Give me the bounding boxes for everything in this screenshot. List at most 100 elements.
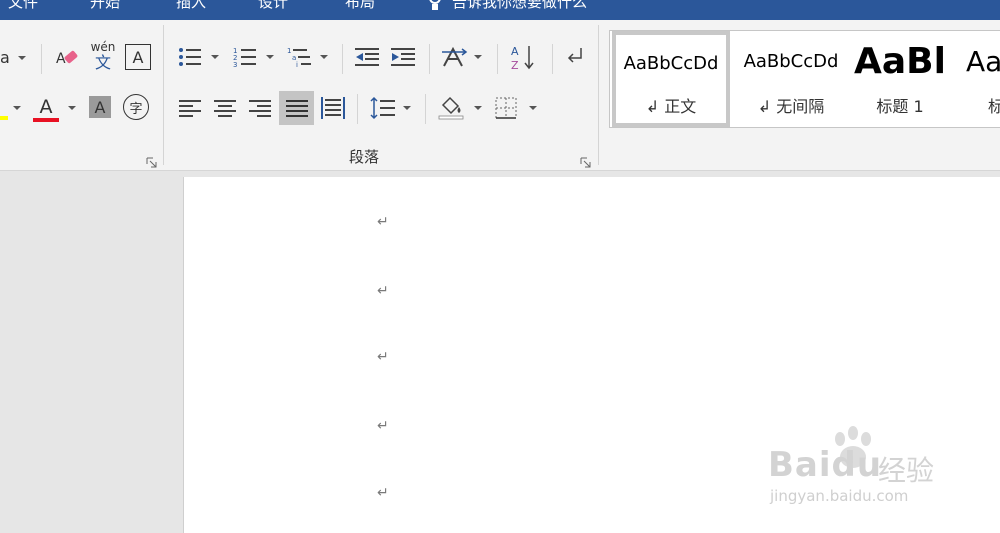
phonetic-guide-button[interactable]: wén 文 xyxy=(88,40,118,76)
style-sample: AaBbCcDd xyxy=(743,51,839,72)
line-spacing-icon xyxy=(370,96,395,120)
borders-button[interactable] xyxy=(492,96,520,120)
svg-text:3: 3 xyxy=(233,61,237,68)
sort-icon: A Z xyxy=(511,45,534,71)
paragraph-dialog-launcher-icon[interactable] xyxy=(580,157,591,168)
multilevel-list-button[interactable]: 1 a i xyxy=(285,44,315,70)
style-label: 标题 1 xyxy=(876,97,924,116)
align-center-button[interactable] xyxy=(211,96,239,120)
character-border-letter: A xyxy=(132,47,144,67)
distributed-icon xyxy=(321,97,345,119)
enclose-characters-button[interactable]: 字 xyxy=(123,94,149,120)
tab-layout[interactable]: 布局 xyxy=(345,0,375,12)
multilevel-list-icon: 1 a i xyxy=(287,47,311,68)
separator xyxy=(429,44,430,74)
bullets-dropdown-icon[interactable] xyxy=(211,55,219,59)
separator xyxy=(552,44,553,74)
increase-indent-button[interactable] xyxy=(389,44,417,70)
decrease-indent-button[interactable] xyxy=(353,44,381,70)
increase-indent-icon xyxy=(391,48,415,66)
separator xyxy=(425,94,426,124)
tab-insert[interactable]: 插入 xyxy=(176,0,206,12)
font-size-box[interactable]: a xyxy=(0,48,10,67)
svg-text:1: 1 xyxy=(287,47,291,55)
chinese-layout-button[interactable] xyxy=(440,44,470,70)
watermark-url: jingyan.baidu.com xyxy=(770,487,909,505)
style-heading-2[interactable]: Aa 标 xyxy=(966,31,1000,127)
shading-dropdown-icon[interactable] xyxy=(474,106,482,110)
separator xyxy=(497,44,498,74)
svg-text:A: A xyxy=(56,51,66,67)
svg-text:A: A xyxy=(511,45,519,58)
title-bar: 文件 开始 插入 设计 布局 告诉我你想要做什么 xyxy=(0,0,1000,20)
align-right-icon xyxy=(249,100,271,117)
line-spacing-button[interactable] xyxy=(368,94,398,122)
paragraph-mark: ↵ xyxy=(377,418,389,434)
style-sample: AaBbCcDd xyxy=(623,53,719,74)
multilevel-list-dropdown-icon[interactable] xyxy=(320,55,328,59)
tell-me-search[interactable]: 告诉我你想要做什么 xyxy=(452,0,587,12)
character-shading-letter: A xyxy=(94,97,106,117)
phonetic-char: 文 xyxy=(94,53,111,72)
font-color-dropdown-icon[interactable] xyxy=(68,106,76,110)
chinese-layout-dropdown-icon[interactable] xyxy=(474,55,482,59)
style-label: ↲ 无间隔 xyxy=(757,97,825,116)
character-border-button[interactable]: A xyxy=(125,44,151,70)
show-hide-marks-button[interactable] xyxy=(561,44,587,70)
tab-home[interactable]: 开始 xyxy=(90,0,120,12)
chinese-layout-icon xyxy=(442,46,468,67)
phonetic-label: wén xyxy=(90,40,116,54)
separator xyxy=(41,44,42,74)
style-sample: AaBl xyxy=(854,41,946,82)
borders-dropdown-icon[interactable] xyxy=(529,106,537,110)
style-sample: Aa xyxy=(966,45,1000,78)
paragraph-mark: ↵ xyxy=(377,485,389,501)
align-right-button[interactable] xyxy=(246,96,274,120)
decrease-indent-icon xyxy=(355,48,379,66)
numbering-button[interactable]: 1 2 3 xyxy=(231,44,259,70)
line-spacing-dropdown-icon[interactable] xyxy=(403,106,411,110)
paragraph-mark: ↵ xyxy=(377,214,389,230)
numbering-dropdown-icon[interactable] xyxy=(266,55,274,59)
tab-file[interactable]: 文件 xyxy=(8,0,38,12)
style-label: ↲ 正文 xyxy=(645,97,697,116)
align-left-icon xyxy=(179,100,201,117)
bullets-button[interactable] xyxy=(176,44,204,70)
style-label: 标 xyxy=(988,93,1000,117)
group-separator xyxy=(163,25,164,165)
ribbon: a A wén 文 A A A 字 1 2 3 1 a i A Z 段落 AaB… xyxy=(0,20,1000,171)
paragraph-mark: ↵ xyxy=(377,283,389,299)
group-separator xyxy=(598,25,599,165)
distributed-button[interactable] xyxy=(318,94,348,122)
borders-icon xyxy=(495,97,517,119)
paint-bucket-icon xyxy=(438,96,464,120)
font-color-letter: A xyxy=(39,95,53,118)
font-dialog-launcher-icon[interactable] xyxy=(146,157,157,168)
enclose-char: 字 xyxy=(129,101,143,117)
style-no-spacing[interactable]: AaBbCcDd ↲ 无间隔 xyxy=(732,31,850,127)
font-color-bar xyxy=(33,117,59,122)
highlight-dropdown-icon[interactable] xyxy=(13,106,21,110)
eraser-icon: A xyxy=(56,50,78,67)
separator xyxy=(357,94,358,124)
baidu-jingyan-watermark: Baidu 经验 jingyan.baidu.com xyxy=(760,425,990,515)
character-shading-button[interactable]: A xyxy=(89,96,111,118)
justify-button[interactable] xyxy=(279,91,314,125)
styles-gallery: AaBbCcDd ↲ 正文 AaBbCcDd ↲ 无间隔 AaBl 标题 1 A… xyxy=(609,30,1000,128)
paragraph-mark-icon xyxy=(567,48,582,63)
font-size-dropdown-icon[interactable] xyxy=(18,56,26,60)
lightbulb-icon xyxy=(429,0,441,10)
align-left-button[interactable] xyxy=(176,96,204,120)
tab-design[interactable]: 设计 xyxy=(258,0,288,12)
shading-button[interactable] xyxy=(436,94,466,122)
numbering-icon: 1 2 3 xyxy=(233,47,256,68)
svg-text:Z: Z xyxy=(511,59,519,71)
font-color-button[interactable]: A xyxy=(32,94,60,124)
clear-format-button[interactable]: A xyxy=(53,44,81,72)
highlight-icon[interactable] xyxy=(0,98,8,120)
svg-text:i: i xyxy=(296,61,298,68)
bullets-icon xyxy=(179,48,201,66)
style-normal[interactable]: AaBbCcDd ↲ 正文 xyxy=(612,31,730,127)
sort-button[interactable]: A Z xyxy=(508,42,538,72)
style-heading-1[interactable]: AaBl 标题 1 xyxy=(850,31,950,127)
